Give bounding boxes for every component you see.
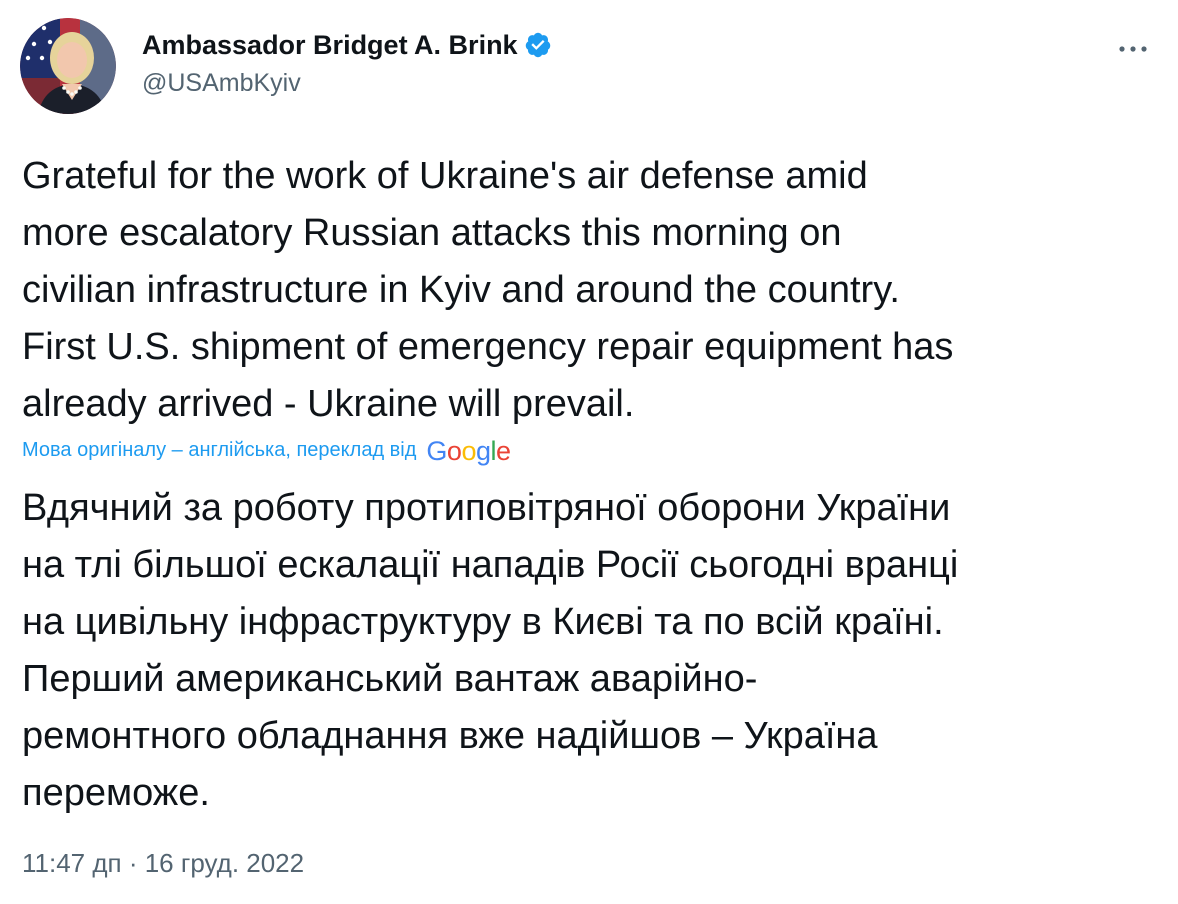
google-logo: Google <box>426 435 511 466</box>
verified-badge-icon <box>524 31 552 59</box>
author-handle[interactable]: @USAmbKyiv <box>142 69 552 98</box>
name-row: Ambassador Bridget A. Brink <box>142 28 552 62</box>
more-horizontal-icon[interactable] <box>1112 28 1154 70</box>
author-info: Ambassador Bridget A. Brink @USAmbKyiv <box>142 28 552 98</box>
tweet-header: Ambassador Bridget A. Brink @USAmbKyiv <box>20 18 1156 116</box>
author-display-name[interactable]: Ambassador Bridget A. Brink <box>142 30 518 61</box>
avatar[interactable] <box>20 18 116 114</box>
tweet-text: Grateful for the work of Ukraine's air d… <box>22 155 954 425</box>
tweet-timestamp[interactable]: 11:47 дп · 16 груд. 2022 <box>22 848 304 879</box>
avatar-image <box>20 18 116 114</box>
translation-attribution: Мова оригіналу – англійська, переклад ві… <box>22 432 511 468</box>
tweet-card: Ambassador Bridget A. Brink @USAmbKyiv G… <box>0 0 1178 904</box>
translated-text: Вдячний за роботу протиповітряної оборон… <box>22 487 959 814</box>
translation-label[interactable]: Мова оригіналу – англійська, переклад ві… <box>22 439 416 462</box>
